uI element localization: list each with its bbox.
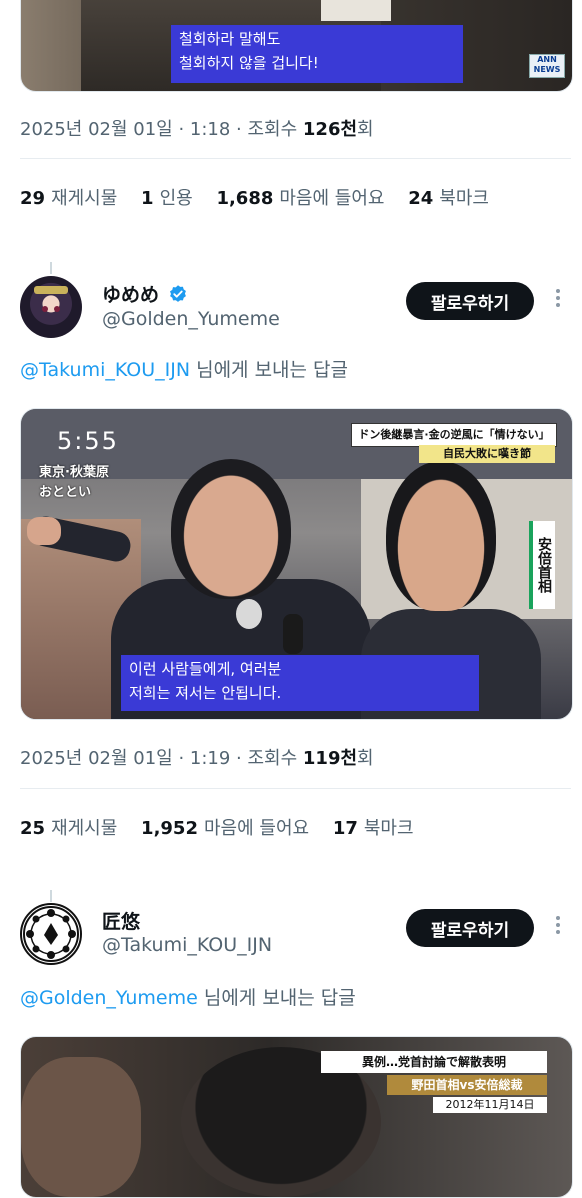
subtitle-line-1: 철회하라 말해도 [179,30,281,48]
post-date: 2025년 02월 01일 · 1:18 · 조회수 [20,119,303,140]
tweet1-stats: 29 재게시물 1 인용 1,688 마음에 들어요 24 북마크 [20,184,507,210]
verified-badge-icon [169,285,186,302]
tweet1-meta: 2025년 02월 01일 · 1:18 · 조회수 126천회 [20,119,374,140]
like-count[interactable]: 1,688 마음에 들어요 [216,188,384,209]
crest-icon [23,906,79,962]
follow-button[interactable]: 팔로우하기 [406,909,534,947]
headline-banner-2: 自民大敗に嘆き節 [419,445,555,463]
follow-button[interactable]: 팔로우하기 [406,282,534,320]
headline-banner-2: 野田首相vs安倍総裁 [387,1075,547,1095]
mention-link[interactable]: @Takumi_KOU_IJN [20,359,190,381]
bookmark-count[interactable]: 17 북마크 [333,818,414,839]
repost-count[interactable]: 25 재게시물 [20,818,117,839]
reply-context: @Golden_Yumeme 님에게 보내는 답글 [20,987,356,1009]
thread-line [50,890,52,902]
avatar[interactable] [20,276,82,338]
more-vertical-icon[interactable] [548,913,568,943]
microphone [236,599,262,629]
display-name[interactable]: 匠悠 [102,907,140,934]
post-date: 2025년 02월 01일 · 1:19 · 조회수 [20,748,303,769]
divider [20,788,571,789]
tweet1-subtitle: 철회하라 말해도 철회하지 않을 겁니다! [171,25,463,83]
more-vertical-icon[interactable] [548,286,568,316]
user-handle[interactable]: @Takumi_KOU_IJN [102,934,272,956]
ann-news-logo: ANN NEWS [529,54,565,78]
headline-banner: 異例…党首討論で解散表明 [321,1051,547,1073]
user-handle[interactable]: @Golden_Yumeme [102,308,280,330]
tweet3-media-image[interactable]: 異例…党首討論で解散表明 野田首相vs安倍総裁 2012年11月14日 [20,1036,573,1198]
tweet2-subtitle: 이런 사람들에게, 여러분 저희는 져서는 안됩니다. [121,655,479,711]
subtitle-line-2: 저희는 져서는 안됩니다. [129,684,282,702]
tweet1-media-image[interactable]: 철회하라 말해도 철회하지 않을 겁니다! ANN NEWS [20,0,573,92]
view-count: 126천 [302,119,358,140]
view-count: 119천 [302,748,358,769]
tweet2-media-image[interactable]: 5:55 東京·秋葉原 おととい ドン後継暴言·金の逆風に「情けない」 自民大敗… [20,408,573,720]
mention-link[interactable]: @Golden_Yumeme [20,987,198,1009]
broadcast-location: 東京·秋葉原 [39,465,109,480]
reply-context: @Takumi_KOU_IJN 님에게 보내는 답글 [20,359,349,381]
broadcast-day: おととい [39,485,92,500]
display-name[interactable]: ゆめめ [102,280,188,307]
broadcast-date: 2012年11月14日 [433,1097,547,1113]
tweet2-meta: 2025년 02월 01일 · 1:19 · 조회수 119천회 [20,748,374,769]
avatar[interactable] [20,903,82,965]
tweet2-stats: 25 재게시물 1,952 마음에 들어요 17 북마크 [20,814,432,840]
like-count[interactable]: 1,952 마음에 들어요 [141,818,309,839]
subtitle-line-2: 철회하지 않을 겁니다! [179,54,319,72]
bookmark-count[interactable]: 24 북마크 [408,188,489,209]
divider [20,158,571,159]
quote-count[interactable]: 1 인용 [141,188,193,209]
name-tag: 安倍首相 [529,521,555,609]
headline-banner: ドン後継暴言·金の逆風に「情けない」 [351,423,557,447]
broadcast-time: 5:55 [57,427,119,455]
video-frame-shirt [321,0,391,21]
thread-line [50,262,52,274]
subtitle-line-1: 이런 사람들에게, 여러분 [129,660,282,678]
repost-count[interactable]: 29 재게시물 [20,188,117,209]
